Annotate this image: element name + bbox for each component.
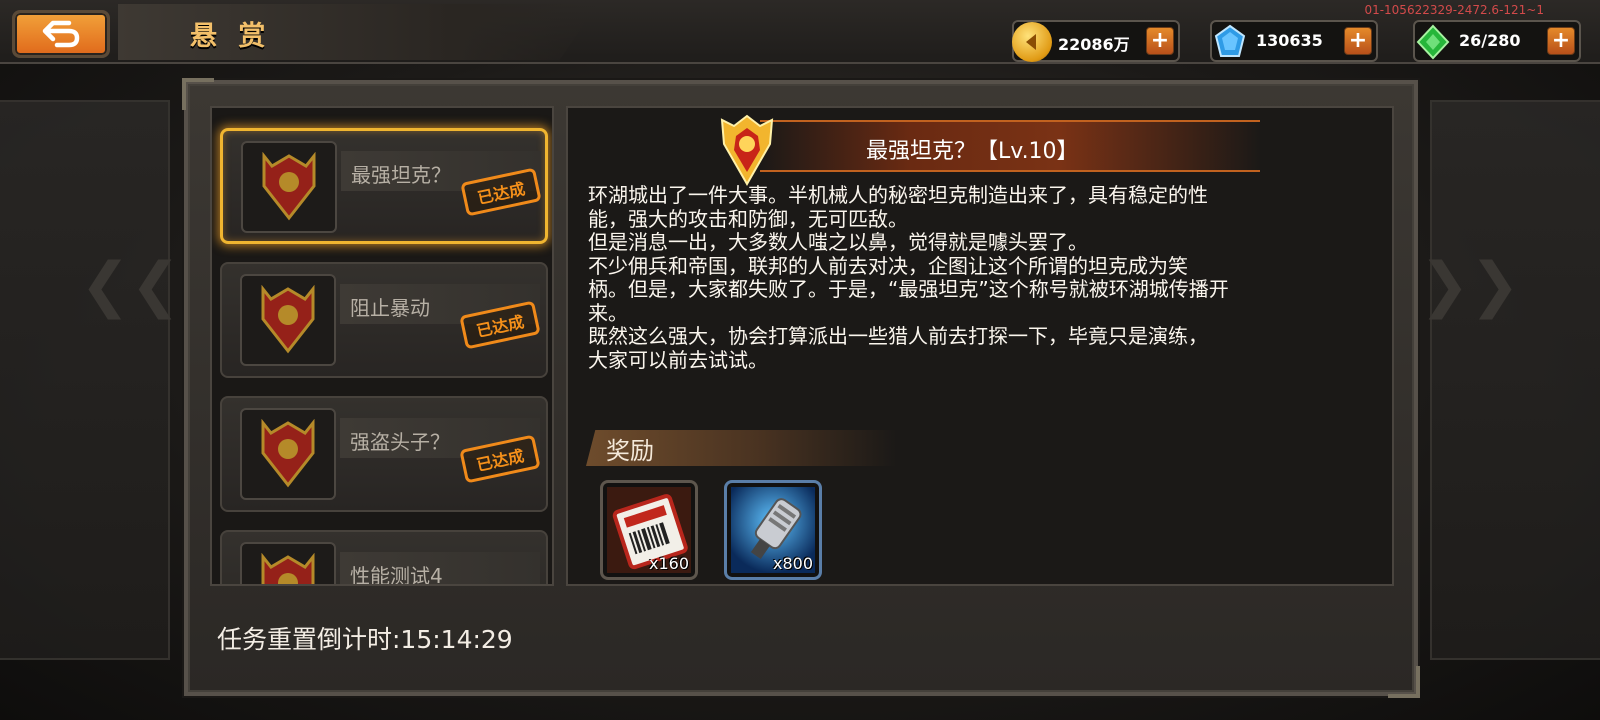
mission-emblem-icon [261, 553, 315, 584]
mission-item-bandit-chief[interactable]: 强盗头子？ 已达成 [220, 396, 548, 512]
green-energy-icon [1413, 22, 1453, 62]
description-line: 不少佣兵和帝国，联邦的人前去对决，企图让这个所谓的坦克成为笑 [588, 253, 1188, 278]
currency-gold-value: 22086万 [1058, 35, 1130, 54]
description-line: 来。 [588, 300, 628, 325]
background-chevron-right: ❯❯ [1419, 250, 1520, 320]
mission-name: 最强坦克？ [351, 163, 451, 187]
back-button[interactable] [12, 10, 110, 58]
mission-badge [240, 274, 336, 366]
back-arrow-icon [42, 20, 80, 48]
mission-list[interactable]: 最强坦克？ 已达成 阻止暴动 已达成 强盗头子？ 已达成 性能测试4 [210, 106, 554, 586]
reset-countdown: 任务重置倒计时:15:14:29 [217, 625, 513, 654]
mission-badge [240, 542, 336, 584]
mission-detail-title: 最强坦克？【Lv.10】 [866, 139, 1079, 164]
mission-item-stop-riot[interactable]: 阻止暴动 已达成 [220, 262, 548, 378]
reward-title: 奖励 [606, 437, 654, 465]
background-door-left [0, 100, 170, 660]
mission-name: 阻止暴动 [350, 296, 430, 320]
mission-rank-emblem-icon [720, 114, 774, 187]
description-line: 但是消息一出，大多数人嗤之以鼻，觉得就是噱头罢了。 [588, 230, 1088, 254]
description-line: 能，强大的攻击和防御，无可匹敌。 [588, 206, 908, 231]
blue-crystal-icon [1210, 22, 1250, 62]
mission-name: 性能测试4 [350, 564, 443, 586]
mission-badge [240, 408, 336, 500]
build-id-text: 01-105622329-2472.6-121~1 [1364, 3, 1544, 17]
gold-coin-icon [1012, 22, 1052, 62]
reward-quantity: x160 [648, 554, 689, 573]
description-line: 既然这么强大，协会打算派出一些猎人前去打探一下，毕竟只是演练， [588, 324, 1208, 348]
background-chevron-left: ❮❮ [80, 250, 181, 320]
currency-energy: 26/280 + [1413, 20, 1581, 62]
reward-item-ticket[interactable]: x160 [600, 480, 698, 580]
mission-emblem-icon [261, 419, 315, 488]
description-line: 环湖城出了一件大事。半机械人的秘密坦克制造出来了，具有稳定的性 [588, 183, 1208, 207]
mission-name: 强盗头子？ [350, 430, 450, 454]
mission-item-strongest-tank[interactable]: 最强坦克？ 已达成 [220, 128, 548, 244]
add-crystal-button[interactable]: + [1344, 27, 1372, 55]
currency-gold: 22086万 + [1012, 20, 1180, 62]
description-line: 大家可以前去试试。 [588, 347, 768, 372]
reward-item-engine-part[interactable]: x800 [724, 480, 822, 580]
mission-item-performance-test[interactable]: 性能测试4 [220, 530, 548, 586]
mission-badge [241, 141, 337, 233]
reward-quantity: x800 [772, 554, 813, 573]
mission-emblem-icon [261, 285, 315, 354]
currency-crystal: 130635 + [1210, 20, 1378, 62]
mission-emblem-icon [262, 152, 316, 221]
add-energy-button[interactable]: + [1547, 27, 1575, 55]
page-title: 悬 赏 [190, 21, 272, 52]
add-gold-button[interactable]: + [1146, 27, 1174, 55]
background-door-right [1430, 100, 1600, 660]
mission-description: 环湖城出了一件大事。半机械人的秘密坦克制造出来了，具有稳定的性 能，强大的攻击和… [588, 183, 1368, 372]
currency-energy-value: 26/280 [1459, 31, 1521, 50]
currency-crystal-value: 130635 [1256, 31, 1323, 50]
description-line: 柄。但是，大家都失败了。于是，“最强坦克”这个称号就被环湖城传播开 [588, 277, 1229, 301]
